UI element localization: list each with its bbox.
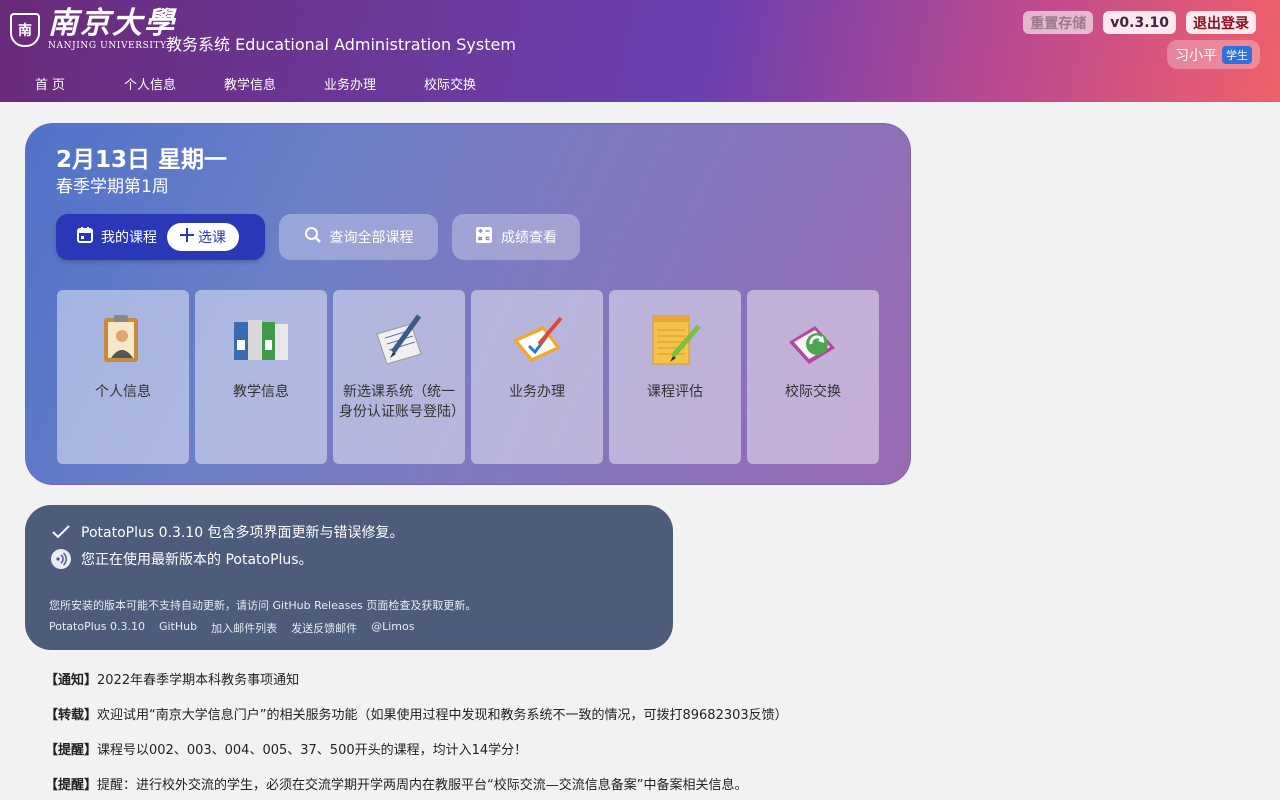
notice-link[interactable]: 提醒：进行校外交流的学生，必须在交流学期开学两周内在教服平台“校际交流—交流信息… <box>97 778 747 793</box>
notice-item: 【转载】欢迎试用“南京大学信息门户”的相关服务功能（如果使用过程中发现和教务系统… <box>45 707 788 742</box>
nav-business[interactable]: 业务办理 <box>300 74 400 93</box>
dashboard-hero-card: 2月13日 星期一 春季学期第1周 我的课程 选课 查询全部课程 成绩查看 个人… <box>25 123 911 485</box>
grades-label: 成绩查看 <box>501 230 557 246</box>
clipboard-icon <box>507 312 567 368</box>
link-github[interactable]: GitHub <box>159 620 197 636</box>
broadcast-icon <box>51 549 71 569</box>
tile-new-course-selection[interactable]: 新选课系统（统一身份认证账号登陆） <box>333 290 465 464</box>
university-emblem-icon: 南 <box>10 12 40 47</box>
notepad-icon <box>645 312 705 368</box>
notice-item: 【提醒】提醒：进行校外交流的学生，必须在交流学期开学两周内在教服平台“校际交流—… <box>45 777 788 800</box>
system-title: 教务系统 Educational Administration System <box>166 35 516 54</box>
tile-exchange[interactable]: 校际交换 <box>747 290 879 464</box>
link-mailing-list[interactable]: 加入邮件列表 <box>211 620 277 636</box>
notice-link[interactable]: 2022年春季学期本科教务事项通知 <box>97 673 299 688</box>
logo-text: 南京大學 NANJING UNIVERSITY <box>48 6 176 52</box>
link-potatoplus-version[interactable]: PotatoPlus 0.3.10 <box>49 620 145 636</box>
notice-tag: 【提醒】 <box>45 778 98 793</box>
query-all-label: 查询全部课程 <box>329 230 414 246</box>
exchange-icon <box>783 312 843 368</box>
top-actions: 重置存储 v0.3.10 退出登录 <box>1023 11 1256 34</box>
tile-teaching-info[interactable]: 教学信息 <box>195 290 327 464</box>
latest-version-text: 您正在使用最新版本的 PotatoPlus。 <box>81 552 313 568</box>
tile-business[interactable]: 业务办理 <box>471 290 603 464</box>
nav-exchange[interactable]: 校际交换 <box>400 74 500 93</box>
query-all-courses-button[interactable]: 查询全部课程 <box>279 214 438 260</box>
tile-label: 新选课系统（统一身份认证账号登陆） <box>339 384 465 420</box>
notice-item: 【通知】2022年春季学期本科教务事项通知 <box>45 672 788 707</box>
update-message-text: PotatoPlus 0.3.10 包含多项界面更新与错误修复。 <box>81 525 404 541</box>
top-header: 南 南京大學 NANJING UNIVERSITY 教务系统 Education… <box>0 0 1280 102</box>
update-info-card: PotatoPlus 0.3.10 包含多项界面更新与错误修复。 您正在使用最新… <box>25 505 673 650</box>
main-nav: 首 页 个人信息 教学信息 业务办理 校际交换 <box>0 74 500 93</box>
notice-list: 【通知】2022年春季学期本科教务事项通知 【转载】欢迎试用“南京大学信息门户”… <box>45 672 788 800</box>
user-name: 习小平 <box>1175 47 1217 64</box>
notice-link[interactable]: 课程号以002、003、004、005、37、500开头的课程，均计入14学分！ <box>97 743 527 758</box>
logout-button[interactable]: 退出登录 <box>1186 11 1256 34</box>
grades-button[interactable]: 成绩查看 <box>452 214 580 260</box>
update-note: 您所安装的版本可能不支持自动更新，请访问 GitHub Releases 页面检… <box>49 599 477 612</box>
reset-storage-button[interactable]: 重置存储 <box>1023 11 1094 34</box>
user-chip[interactable]: 习小平 学生 <box>1167 40 1260 69</box>
tile-personal-info[interactable]: 个人信息 <box>57 290 189 464</box>
update-message: PotatoPlus 0.3.10 包含多项界面更新与错误修复。 <box>51 522 404 542</box>
current-date: 2月13日 星期一 <box>56 147 228 173</box>
tile-label: 教学信息 <box>233 384 289 400</box>
nav-personal-info[interactable]: 个人信息 <box>100 74 200 93</box>
current-week: 春季学期第1周 <box>56 177 169 197</box>
version-button[interactable]: v0.3.10 <box>1103 11 1176 34</box>
user-role-badge: 学生 <box>1222 45 1252 64</box>
pen-paper-icon <box>369 312 429 368</box>
binders-icon <box>231 312 291 368</box>
notice-link[interactable]: 欢迎试用“南京大学信息门户”的相关服务功能（如果使用过程中发现和教务系统不一致的… <box>97 708 788 723</box>
tile-label: 业务办理 <box>509 384 565 400</box>
select-course-label: 选课 <box>198 230 226 246</box>
quick-access-tiles: 个人信息 教学信息 新选课系统（统一身份认证账号登陆） 业务办理 课程评估 校际… <box>57 290 879 464</box>
personal-card-icon <box>93 312 153 368</box>
nav-home[interactable]: 首 页 <box>0 74 100 93</box>
my-courses-button[interactable]: 我的课程 选课 <box>56 214 265 260</box>
tile-course-evaluation[interactable]: 课程评估 <box>609 290 741 464</box>
notice-item: 【提醒】课程号以002、003、004、005、37、500开头的课程，均计入1… <box>45 742 788 777</box>
link-feedback-email[interactable]: 发送反馈邮件 <box>291 620 357 636</box>
nav-teaching-info[interactable]: 教学信息 <box>200 74 300 93</box>
tile-label: 课程评估 <box>647 384 703 400</box>
notice-tag: 【提醒】 <box>45 743 98 758</box>
logo-cn: 南京大學 <box>48 6 176 41</box>
link-author[interactable]: @Limos <box>371 620 414 636</box>
tile-label: 个人信息 <box>95 384 151 400</box>
calendar-icon <box>76 226 94 248</box>
search-icon <box>304 226 322 248</box>
my-courses-label: 我的课程 <box>101 230 157 246</box>
notice-tag: 【转载】 <box>45 708 98 723</box>
calculator-icon <box>475 226 493 248</box>
latest-version-message: 您正在使用最新版本的 PotatoPlus。 <box>51 549 313 569</box>
notice-tag: 【通知】 <box>45 673 98 688</box>
university-logo[interactable]: 南 南京大學 NANJING UNIVERSITY <box>10 8 176 51</box>
tile-label: 校际交换 <box>785 384 841 400</box>
check-icon <box>51 525 71 539</box>
logo-en: NANJING UNIVERSITY <box>48 41 167 51</box>
update-links: PotatoPlus 0.3.10 GitHub 加入邮件列表 发送反馈邮件 @… <box>49 620 414 636</box>
plus-icon <box>180 228 194 246</box>
select-course-button[interactable]: 选课 <box>167 223 239 251</box>
